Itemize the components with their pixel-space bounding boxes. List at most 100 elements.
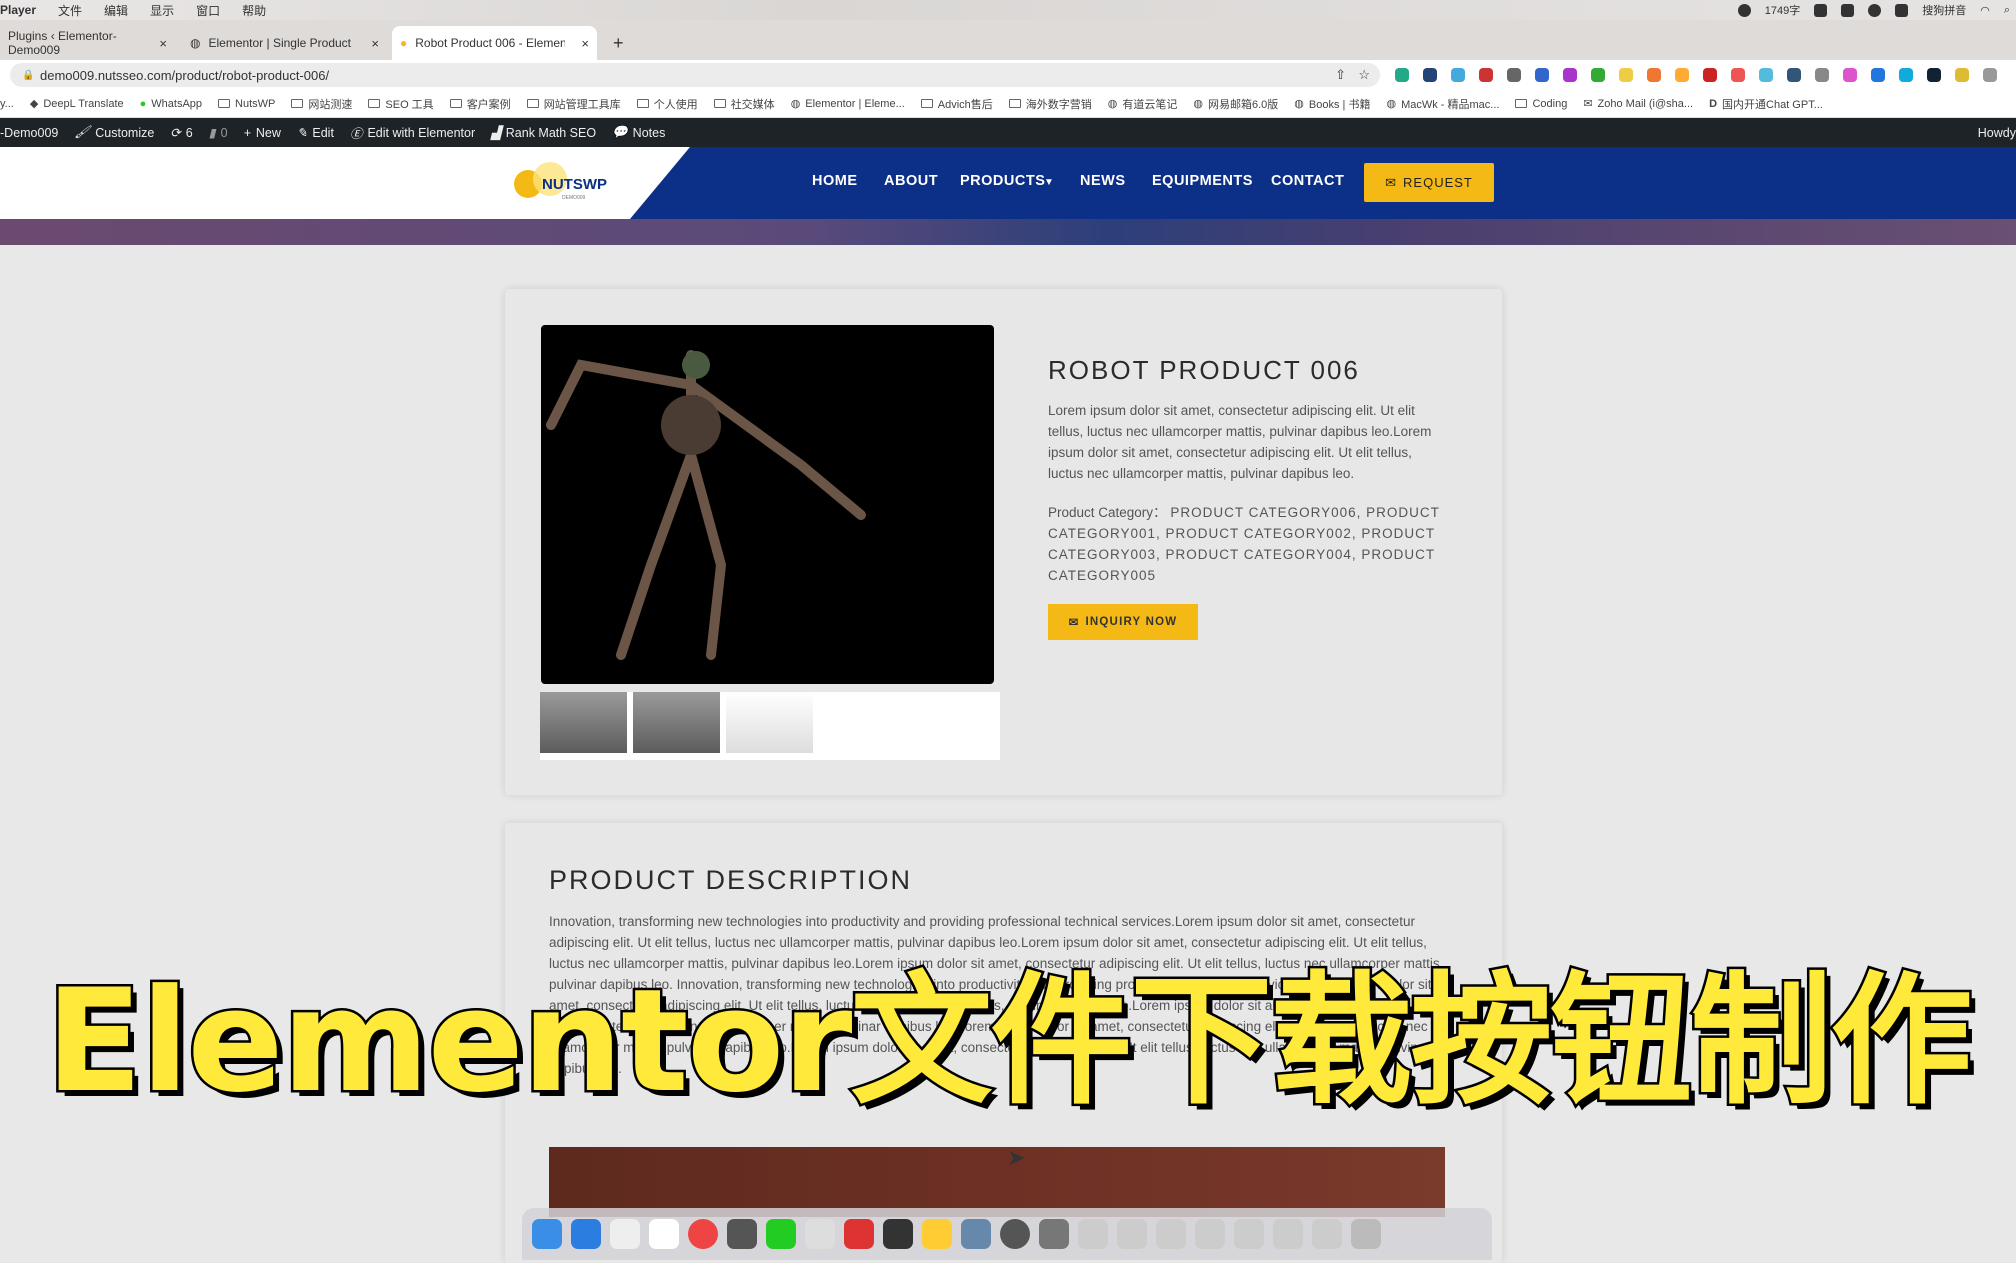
- qq-icon[interactable]: [805, 1219, 835, 1249]
- nav-news[interactable]: NEWS: [1080, 173, 1126, 189]
- admin-comments[interactable]: ▮ 0: [209, 125, 228, 141]
- bookmark-folder[interactable]: 个人使用: [636, 96, 698, 112]
- menu-help[interactable]: 帮助: [242, 2, 266, 19]
- menu-window[interactable]: 窗口: [196, 2, 220, 19]
- window-icon[interactable]: [1156, 1219, 1186, 1249]
- notes-icon[interactable]: [922, 1219, 952, 1249]
- extension-icon[interactable]: [1927, 68, 1941, 82]
- menu-file[interactable]: 文件: [58, 2, 82, 19]
- close-icon[interactable]: ×: [371, 36, 379, 51]
- bookmark[interactable]: y...: [0, 98, 14, 110]
- bookmark-folder[interactable]: Coding: [1515, 98, 1567, 110]
- menu-view[interactable]: 显示: [150, 2, 174, 19]
- bookmark-folder[interactable]: Advich售后: [920, 96, 993, 112]
- window-icon[interactable]: [1312, 1219, 1342, 1249]
- nav-products[interactable]: PRODUCTS: [960, 173, 1045, 189]
- tab-single-product[interactable]: ◍ Elementor | Single Product ×: [182, 26, 387, 60]
- sogou-icon[interactable]: [1895, 3, 1909, 17]
- admin-edit-elementor[interactable]: Ⓔ Edit with Elementor: [350, 123, 475, 142]
- wechat-icon[interactable]: [766, 1219, 796, 1249]
- menu-app[interactable]: Player: [0, 3, 36, 17]
- nav-home[interactable]: HOME: [812, 173, 858, 189]
- extension-icon[interactable]: [1535, 68, 1549, 82]
- extension-icon[interactable]: [1479, 68, 1493, 82]
- site-logo[interactable]: NUTSWP DEMO009: [510, 155, 620, 211]
- window-icon[interactable]: [1234, 1219, 1264, 1249]
- window-icon[interactable]: [1117, 1219, 1147, 1249]
- freeform-icon[interactable]: [649, 1219, 679, 1249]
- bookmark-folder[interactable]: 网站管理工具库: [526, 96, 621, 112]
- extension-icon[interactable]: [1619, 68, 1633, 82]
- puzzle-icon[interactable]: [1983, 68, 1997, 82]
- thumbnail[interactable]: [633, 692, 720, 753]
- admin-edit[interactable]: ✎ Edit: [297, 125, 334, 141]
- extension-icon[interactable]: [1451, 68, 1465, 82]
- nav-about[interactable]: ABOUT: [884, 173, 938, 189]
- thumbnail[interactable]: [726, 692, 813, 753]
- launchpad-icon[interactable]: [727, 1219, 757, 1249]
- extension-icon[interactable]: [1731, 68, 1745, 82]
- bookmark-folder[interactable]: 网站测速: [291, 96, 352, 112]
- close-icon[interactable]: ×: [159, 36, 167, 51]
- extension-icon[interactable]: [1507, 68, 1521, 82]
- close-icon[interactable]: ×: [581, 36, 589, 51]
- window-icon[interactable]: [1273, 1219, 1303, 1249]
- share-icon[interactable]: ⇧: [1335, 67, 1346, 83]
- inquiry-now-button[interactable]: ✉ INQUIRY NOW: [1048, 604, 1198, 640]
- request-button[interactable]: ✉ REQUEST: [1364, 163, 1494, 202]
- admin-rankmath[interactable]: ▟ Rank Math SEO: [491, 125, 596, 141]
- admin-new[interactable]: + New: [244, 126, 281, 140]
- extension-icon[interactable]: [1395, 68, 1409, 82]
- tab-robot-product[interactable]: ● Robot Product 006 - Elementor ×: [392, 26, 597, 60]
- bookmark-elementor[interactable]: ◍ Elementor | Eleme...: [791, 97, 905, 111]
- extension-icon[interactable]: [1955, 68, 1969, 82]
- product-main-image[interactable]: [541, 325, 994, 684]
- extension-icon[interactable]: [1423, 68, 1437, 82]
- menu-edit[interactable]: 编辑: [104, 2, 128, 19]
- bookmark-chatgpt[interactable]: D 国内开通Chat GPT...: [1709, 96, 1823, 112]
- bookmark-books[interactable]: ◍ Books | 书籍: [1294, 96, 1370, 112]
- app-icon[interactable]: [883, 1219, 913, 1249]
- window-icon[interactable]: [1078, 1219, 1108, 1249]
- bookmark-folder[interactable]: NutsWP: [218, 98, 275, 110]
- bookmark-folder[interactable]: 海外数字营销: [1008, 96, 1092, 112]
- bookmark-macwk[interactable]: ◍ MacWk - 精品mac...: [1386, 96, 1499, 112]
- bookmark-deepl[interactable]: ◆ DeepL Translate: [30, 97, 124, 111]
- trash-icon[interactable]: [1351, 1219, 1381, 1249]
- bookmark-folder[interactable]: 客户案例: [449, 96, 511, 112]
- bookmark-whatsapp[interactable]: ● WhatsApp: [140, 98, 202, 110]
- bookmark-zoho[interactable]: ✉ Zoho Mail (i@sha...: [1583, 97, 1693, 111]
- star-icon[interactable]: ☆: [1358, 67, 1370, 83]
- extension-icon[interactable]: [1563, 68, 1577, 82]
- settings-icon[interactable]: [1000, 1219, 1030, 1249]
- extension-icon[interactable]: [1843, 68, 1857, 82]
- extension-icon[interactable]: [1815, 68, 1829, 82]
- url-field[interactable]: 🔒 demo009.nutsseo.com/product/robot-produ…: [10, 63, 1380, 87]
- preview-icon[interactable]: [961, 1219, 991, 1249]
- chevron-down-icon[interactable]: ▼: [1044, 177, 1054, 188]
- admin-updates[interactable]: ⟳ 6: [170, 125, 192, 141]
- extension-icon[interactable]: [1591, 68, 1605, 82]
- wps-icon[interactable]: [1841, 3, 1855, 17]
- photo-icon[interactable]: [1039, 1219, 1069, 1249]
- extension-icon[interactable]: [1759, 68, 1773, 82]
- search-icon[interactable]: ⌕: [2004, 4, 2010, 17]
- wechat-icon[interactable]: [1868, 3, 1882, 17]
- bookmark-folder[interactable]: 社交媒体: [713, 96, 775, 112]
- wps-icon[interactable]: [844, 1219, 874, 1249]
- extension-icon[interactable]: [1899, 68, 1913, 82]
- extension-icon[interactable]: [1675, 68, 1689, 82]
- bookmark-163[interactable]: ◍ 网易邮箱6.0版: [1193, 96, 1278, 112]
- nav-contact[interactable]: CONTACT: [1271, 173, 1344, 189]
- admin-site[interactable]: -Demo009: [0, 126, 58, 140]
- admin-customize[interactable]: 🖌 Customize: [74, 125, 154, 140]
- new-tab-button[interactable]: +: [605, 26, 632, 60]
- wifi-icon[interactable]: ◠: [1980, 4, 1990, 17]
- chrome-icon[interactable]: [688, 1219, 718, 1249]
- tab-plugins[interactable]: Plugins ‹ Elementor-Demo009 ×: [0, 26, 175, 60]
- extension-icon[interactable]: [1787, 68, 1801, 82]
- window-icon[interactable]: [1195, 1219, 1225, 1249]
- reminders-icon[interactable]: [610, 1219, 640, 1249]
- nav-equipments[interactable]: EQUIPMENTS: [1152, 173, 1253, 189]
- finder-icon[interactable]: [532, 1219, 562, 1249]
